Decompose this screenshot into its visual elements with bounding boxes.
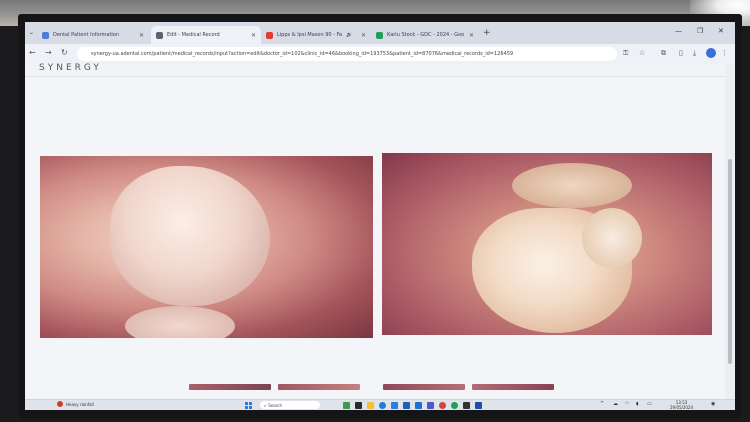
thumbnail-strip [25,384,725,390]
chrome-icon[interactable] [439,402,446,409]
wifi-icon[interactable]: ◠ [625,401,629,407]
screen: ⌄ Dental Patient Information ✕ Edit - Me… [25,22,735,410]
page-header: SYNERGY [25,63,725,77]
brand-logo[interactable]: SYNERGY [39,63,102,73]
reload-icon[interactable]: ↻ [61,48,68,57]
thumbnail[interactable] [278,384,360,390]
close-icon[interactable]: ✕ [361,32,366,39]
sheets-icon [376,31,383,39]
key-icon[interactable]: ⚿ [623,49,628,58]
back-icon[interactable]: ← [29,48,36,57]
close-icon[interactable]: ✕ [251,32,256,39]
tooth-shape [512,163,632,208]
outlook-icon[interactable] [403,402,410,409]
tab-search-icon[interactable]: ⌄ [29,29,34,36]
search-placeholder: Search [268,402,282,408]
battery-icon[interactable]: ▭ [647,401,652,407]
search-icon: ⌕ [264,402,267,408]
tab-label: Lipps & Ipsi Mason 90 - Fa [277,32,343,38]
teams-icon[interactable] [427,402,434,409]
app-icon[interactable] [463,402,470,409]
extensions-icon[interactable]: ⧉ [661,49,666,58]
scrollbar[interactable] [725,64,735,399]
download-icon[interactable]: ⤓ [693,49,696,58]
profile-avatar[interactable] [706,48,716,58]
page-content: SYNERGY [25,63,725,399]
tab-label: Karlu Stock - GDC - 2024 - Goo [387,32,465,38]
tooth-shape [582,208,642,268]
store-icon[interactable] [391,402,398,409]
task-view-icon[interactable] [355,402,362,409]
start-button[interactable] [245,402,252,409]
tab-label: Edit - Medical Record [167,32,220,38]
intraoral-photo[interactable] [382,153,712,335]
globe-icon [42,31,49,39]
volume-icon[interactable]: ◖ [636,401,639,407]
maximize-button[interactable]: ❐ [697,27,703,35]
tab-sheets[interactable]: Karlu Stock - GDC - 2024 - Goo ✕ [371,26,479,44]
thumbnail[interactable] [189,384,271,390]
browser-toolbar: ← → ↻ synergy-ua.adental.com/patient/med… [25,44,735,64]
close-icon[interactable]: ✕ [469,32,474,39]
close-icon[interactable]: ✕ [139,32,144,39]
notification-icon[interactable]: ◉ [711,401,715,407]
weather-label: Heavy rainfall [66,401,94,407]
tab-label: Dental Patient Information [53,32,120,38]
minimize-button[interactable]: — [675,27,682,35]
l-app-icon[interactable] [415,402,422,409]
speaker-icon[interactable]: 🔊 [346,32,352,38]
intraoral-photo[interactable] [40,156,373,338]
bookmark-icon[interactable]: ☆ [639,49,645,57]
forward-icon[interactable]: → [45,48,52,57]
address-bar[interactable]: synergy-ua.adental.com/patient/medical_r… [77,47,617,61]
thumbnail[interactable] [383,384,465,390]
edge-icon[interactable] [379,402,386,409]
chevron-up-icon[interactable]: ^ [600,401,604,407]
file-explorer-icon[interactable] [367,402,374,409]
sidebar-icon[interactable]: ▯ [679,49,683,57]
youtube-icon [266,31,273,39]
tooth-shape [110,166,270,306]
weather-icon [57,401,63,407]
scrollbar-thumb[interactable] [728,159,732,364]
cloud-icon[interactable]: ☁ [613,401,618,407]
weather-widget[interactable]: Heavy rainfall [57,401,94,407]
clock[interactable]: 13:53 29/05/2024 [670,400,693,410]
tooth-shape [125,306,235,338]
close-window-button[interactable]: ✕ [718,27,724,35]
tab-youtube[interactable]: Lipps & Ipsi Mason 90 - Fa 🔊 ✕ [261,26,371,44]
url-text: synergy-ua.adental.com/patient/medical_r… [91,51,514,57]
app-icon[interactable] [475,402,482,409]
spotify-icon[interactable] [451,402,458,409]
clock-date: 29/05/2024 [670,405,694,410]
menu-icon[interactable]: ⋮ [721,49,728,57]
taskbar-search[interactable]: ⌕ Search [260,401,320,409]
new-tab-button[interactable]: + [483,28,491,38]
tab-bar: ⌄ Dental Patient Information ✕ Edit - Me… [25,22,735,44]
taskbar: Heavy rainfall ⌕ Search ^ ☁ ◠ ◖ ▭ 13:53 … [25,399,735,410]
app-icon[interactable] [343,402,350,409]
link-icon [156,31,163,39]
tab-patient-info[interactable]: Dental Patient Information ✕ [37,26,149,44]
tab-medical-record[interactable]: Edit - Medical Record ✕ [151,26,261,44]
thumbnail[interactable] [472,384,554,390]
